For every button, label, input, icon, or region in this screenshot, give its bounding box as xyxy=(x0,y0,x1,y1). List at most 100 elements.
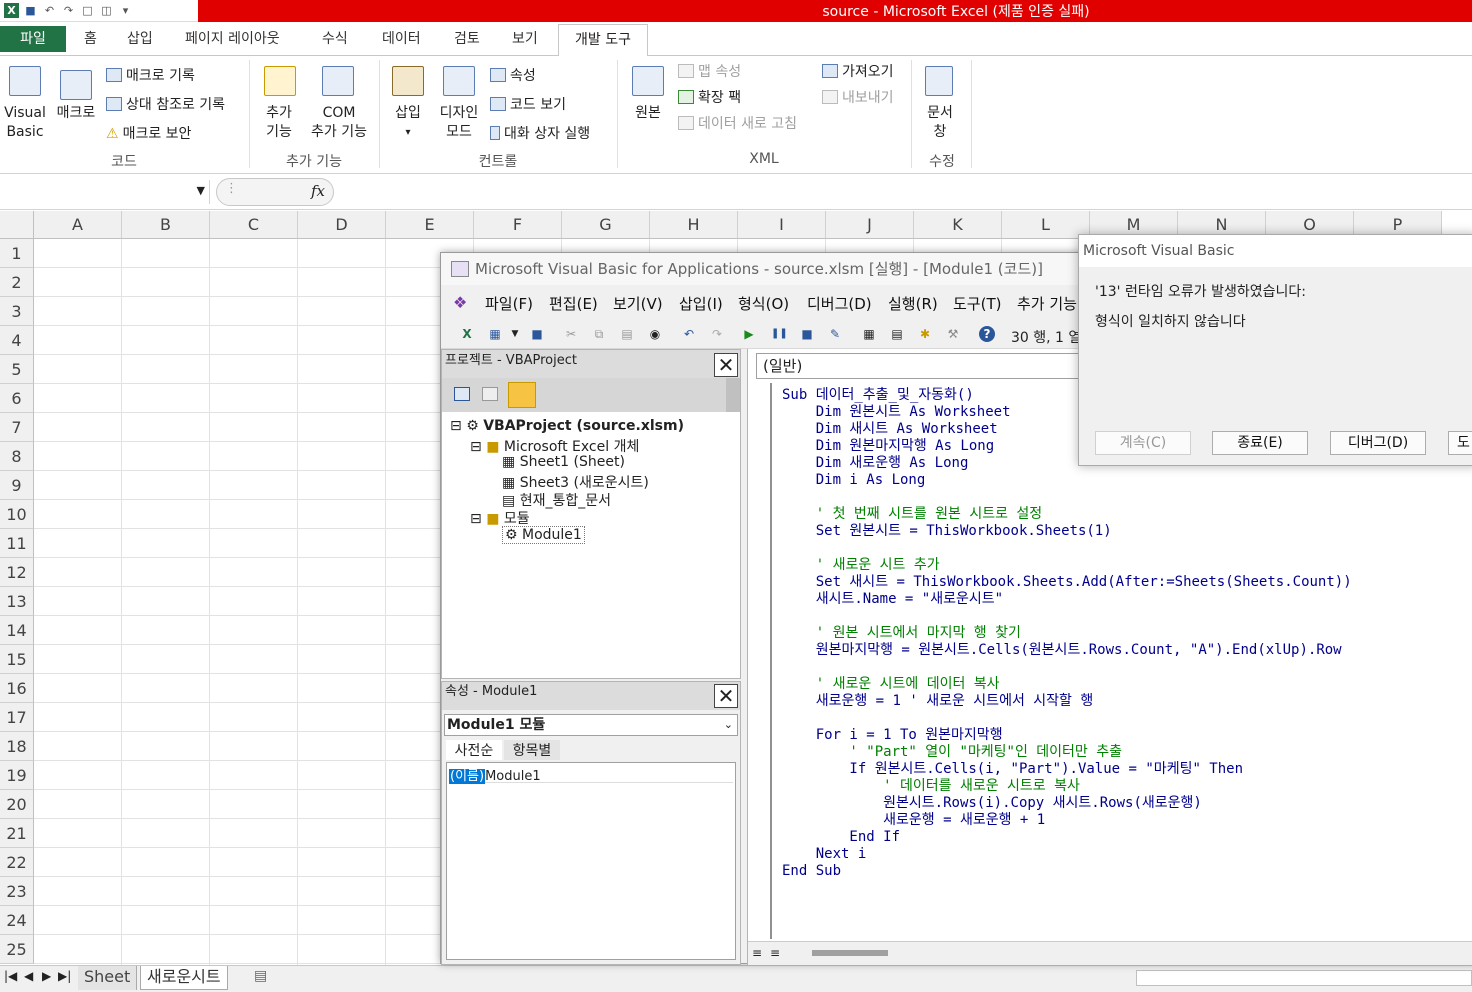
insert-control-button[interactable]: 삽입 ▾ xyxy=(388,104,428,142)
tab-insert[interactable]: 삽입 xyxy=(127,28,153,48)
new-sheet-icon[interactable]: ▤ xyxy=(254,968,267,984)
refresh-data-button[interactable]: 데이터 새로 고침 xyxy=(678,113,797,133)
expansion-pack-button[interactable]: 확장 팩 xyxy=(678,87,741,107)
end-button[interactable]: 종료(E) xyxy=(1212,431,1308,455)
horizontal-scrollbar[interactable] xyxy=(1136,970,1472,986)
copy-icon[interactable]: ⧉ xyxy=(591,326,607,342)
tab-categorized[interactable]: 항목별 xyxy=(504,740,560,760)
open-folder-icon[interactable]: ◫ xyxy=(99,3,114,18)
row-header[interactable]: 17 xyxy=(0,703,34,732)
properties-button[interactable]: 속성 xyxy=(490,65,536,85)
sheet-tab-sheet[interactable]: Sheet xyxy=(78,966,138,990)
column-header[interactable]: I xyxy=(738,211,826,239)
column-header[interactable]: B xyxy=(122,211,210,239)
column-header[interactable]: K xyxy=(914,211,1002,239)
tree-module1[interactable]: ⚙ Module1 xyxy=(502,526,585,544)
customize-qat-icon[interactable]: ▾ xyxy=(118,3,133,18)
tab-developer[interactable]: 개발 도구 xyxy=(558,24,648,57)
row-header[interactable]: 9 xyxy=(0,471,34,500)
formula-input[interactable] xyxy=(336,179,1466,205)
chevron-down-icon[interactable]: ⌄ xyxy=(724,715,733,735)
export-button[interactable]: 내보내기 xyxy=(822,87,894,107)
row-header[interactable]: 5 xyxy=(0,355,34,384)
row-header[interactable]: 2 xyxy=(0,268,34,297)
design-mode-button[interactable]: 디자인 모드 xyxy=(434,104,484,142)
cut-icon[interactable]: ✂ xyxy=(563,326,579,342)
object-browser-icon[interactable]: ✱ xyxy=(917,326,933,342)
addins-button[interactable]: 추가 기능 xyxy=(258,104,300,142)
first-sheet-icon[interactable]: |◀ xyxy=(4,969,17,983)
close-icon[interactable]: ✕ xyxy=(714,353,738,377)
chevron-down-icon[interactable]: ▼ xyxy=(197,184,205,197)
import-button[interactable]: 가져오기 xyxy=(822,61,894,81)
find-icon[interactable]: ◉ xyxy=(647,326,663,342)
row-header[interactable]: 21 xyxy=(0,819,34,848)
reset-icon[interactable]: ■ xyxy=(799,326,815,342)
help-button[interactable]: 도 xyxy=(1448,431,1472,455)
toolbox-icon[interactable]: ⚒ xyxy=(945,326,961,342)
break-icon[interactable]: ❚❚ xyxy=(771,326,788,342)
menu-edit[interactable]: 편집(E) xyxy=(549,293,598,314)
run-icon[interactable]: ▶ xyxy=(741,326,757,342)
column-header[interactable]: C xyxy=(210,211,298,239)
menu-file[interactable]: 파일(F) xyxy=(485,293,533,314)
tree-modules[interactable]: ⊟ ■ 모듈 xyxy=(470,508,530,528)
debug-button[interactable]: 디버그(D) xyxy=(1330,431,1426,455)
row-header[interactable]: 14 xyxy=(0,616,34,645)
row-header[interactable]: 20 xyxy=(0,790,34,819)
row-header[interactable]: 6 xyxy=(0,384,34,413)
view-code-icon[interactable] xyxy=(454,387,470,401)
next-sheet-icon[interactable]: ▶ xyxy=(42,969,51,983)
sheet-tab-new-sheet[interactable]: 새로운시트 xyxy=(140,966,228,990)
last-sheet-icon[interactable]: ▶| xyxy=(58,969,71,983)
row-header[interactable]: 12 xyxy=(0,558,34,587)
tab-formulas[interactable]: 수식 xyxy=(322,28,348,48)
toggle-folders-icon[interactable] xyxy=(508,382,536,408)
undo-icon[interactable]: ↶ xyxy=(42,3,57,18)
row-header[interactable]: 13 xyxy=(0,587,34,616)
code-scroll-thumb[interactable] xyxy=(812,950,888,956)
project-explorer-icon[interactable]: ▦ xyxy=(861,326,877,342)
row-header[interactable]: 16 xyxy=(0,674,34,703)
row-header[interactable]: 7 xyxy=(0,413,34,442)
procedure-view-icon[interactable]: ≡ xyxy=(752,946,762,960)
menu-view[interactable]: 보기(V) xyxy=(613,293,663,314)
new-file-icon[interactable]: □ xyxy=(80,3,95,18)
menu-insert[interactable]: 삽입(I) xyxy=(679,293,723,314)
object-dropdown[interactable]: Module1 모듈 ⌄ xyxy=(444,714,738,736)
relative-reference-button[interactable]: 상대 참조로 기록 xyxy=(106,94,225,114)
com-addins-button[interactable]: COM 추가 기능 xyxy=(304,104,374,142)
view-object-icon[interactable] xyxy=(482,387,498,401)
row-header[interactable]: 8 xyxy=(0,442,34,471)
code-editor[interactable]: Sub 데이터_추출_및_자동화() Dim 원본시트 As Worksheet… xyxy=(770,383,1472,939)
chevron-down-icon[interactable]: ▼ xyxy=(507,326,523,342)
tab-data[interactable]: 데이터 xyxy=(382,28,421,48)
column-header[interactable]: L xyxy=(1002,211,1090,239)
redo-icon[interactable]: ↷ xyxy=(61,3,76,18)
redo-icon[interactable]: ↷ xyxy=(709,326,725,342)
tab-file[interactable]: 파일 xyxy=(0,26,66,52)
row-header[interactable]: 10 xyxy=(0,500,34,529)
full-module-view-icon[interactable]: ≡ xyxy=(770,946,780,960)
column-header[interactable]: F xyxy=(474,211,562,239)
menu-format[interactable]: 형식(O) xyxy=(738,293,789,314)
insert-function-button[interactable]: fx xyxy=(311,182,325,200)
view-excel-icon[interactable]: X xyxy=(459,326,475,342)
row-header[interactable]: 22 xyxy=(0,848,34,877)
xml-source-button[interactable]: 원본 xyxy=(626,104,670,123)
tree-root[interactable]: ⊟ ⚙ VBAProject (source.xlsm) xyxy=(450,418,684,434)
column-header[interactable]: A xyxy=(34,211,122,239)
undo-icon[interactable]: ↶ xyxy=(681,326,697,342)
tab-review[interactable]: 검토 xyxy=(454,28,480,48)
row-header[interactable]: 24 xyxy=(0,906,34,935)
row-header[interactable]: 18 xyxy=(0,732,34,761)
save-icon[interactable]: ■ xyxy=(529,326,545,342)
tree-sheet1[interactable]: ▦ Sheet1 (Sheet) xyxy=(502,454,625,470)
record-macro-button[interactable]: 매크로 기록 xyxy=(106,65,195,85)
insert-module-icon[interactable]: ▦ xyxy=(487,326,503,342)
menu-run[interactable]: 실행(R) xyxy=(888,293,938,314)
help-icon[interactable]: ? xyxy=(979,326,995,342)
toolbar-scroll[interactable] xyxy=(726,378,740,412)
tree-workbook[interactable]: ▤ 현재_통합_문서 xyxy=(502,490,611,510)
save-icon[interactable]: ■ xyxy=(23,3,38,18)
